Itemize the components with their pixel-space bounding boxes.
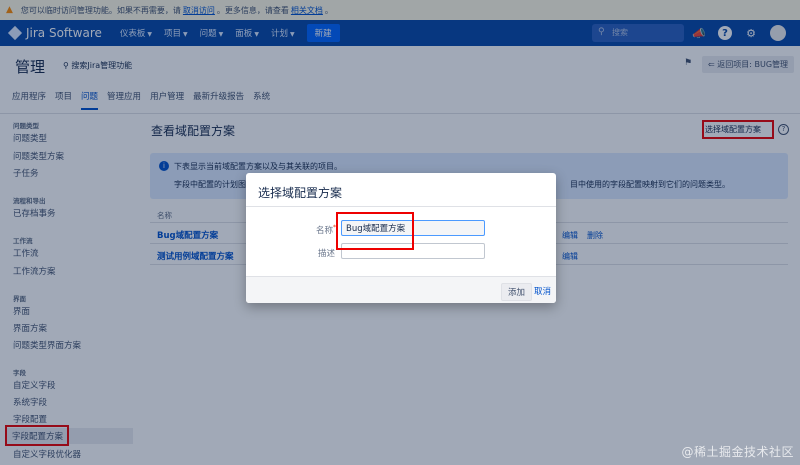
description-label: 描述 <box>317 249 335 259</box>
name-label: 名称* <box>315 224 336 236</box>
cancel-button[interactable]: 取消 <box>534 285 551 297</box>
divider <box>246 206 556 207</box>
highlight-box <box>336 212 414 250</box>
add-button[interactable]: 添加 <box>501 283 533 301</box>
dialog-title: 选择域配置方案 <box>258 186 343 200</box>
dialog-footer: 添加 取消 <box>246 276 556 303</box>
watermark: @稀土掘金技术社区 <box>681 445 794 459</box>
choose-scheme-dialog: 选择域配置方案 名称* 描述 添加 取消 <box>246 173 556 303</box>
